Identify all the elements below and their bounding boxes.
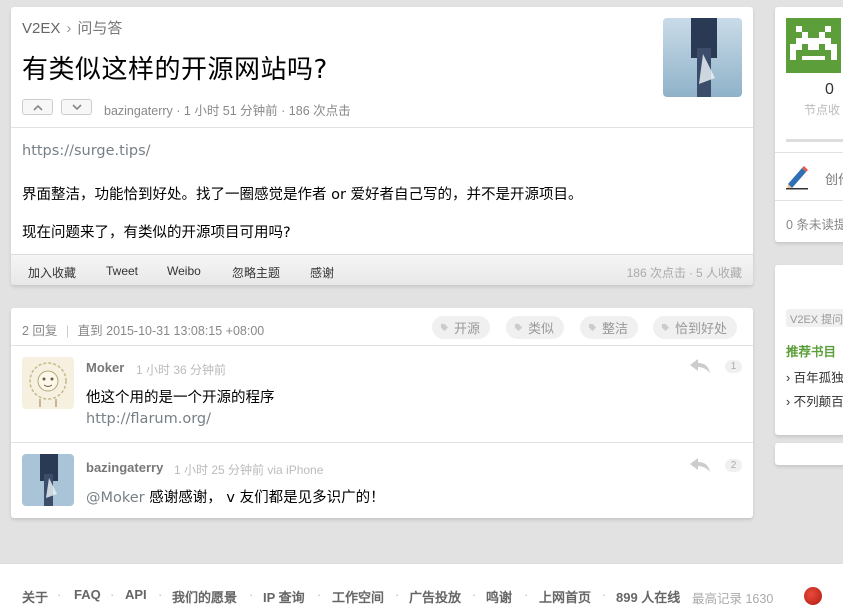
- tweet-link[interactable]: Tweet: [106, 264, 138, 278]
- tag-icon: [514, 323, 523, 332]
- footer-link-ip[interactable]: IP 查询: [263, 587, 305, 606]
- breadcrumb-node[interactable]: 问与答: [77, 20, 122, 37]
- unread-notifications[interactable]: 0 条未读提: [786, 214, 843, 233]
- recommend-title: 推荐书目: [786, 345, 837, 359]
- favorite-label: 节点收: [804, 103, 841, 117]
- topic-link[interactable]: https://surge.tips/: [22, 143, 151, 159]
- online-record: 最高记录 1630: [692, 592, 774, 606]
- reply-text: 感谢感谢， v 友们都是见多识广的！: [144, 490, 385, 506]
- reply-link[interactable]: http://flarum.org/: [86, 411, 211, 427]
- footer-separator: ·: [317, 587, 322, 602]
- last-reply-time: 直到 2015-10-31 13:08:15 +08:00: [77, 324, 265, 338]
- author-avatar[interactable]: [663, 18, 742, 97]
- tag-button[interactable]: 整洁: [580, 316, 639, 339]
- tag-label: 开源: [454, 321, 481, 336]
- tag-label: 类似: [528, 321, 555, 336]
- topic-meta: bazingaterry · 1 小时 51 分钟前 · 186 次点击: [104, 100, 351, 119]
- topic-paragraph: 界面整洁，功能恰到好处。找了一圈感觉是作者 or 爱好者自己写的，并不是开源项目…: [22, 187, 583, 203]
- breadcrumb-home[interactable]: V2EX: [22, 20, 60, 37]
- divider: [11, 127, 753, 128]
- footer-link-vision[interactable]: 我们的愿景: [172, 587, 237, 606]
- weibo-link[interactable]: Weibo: [167, 264, 201, 278]
- recommend-item[interactable]: › 不列颠百: [786, 391, 843, 410]
- tag-label: 整洁: [602, 321, 629, 336]
- space-invader-icon: [786, 18, 841, 73]
- region-flag-icon: [804, 587, 822, 605]
- reply-content: @Moker 感谢感谢， v 友们都是见多识广的！: [86, 486, 385, 507]
- topic-footer: 加入收藏 Tweet Weibo 忽略主题 感谢 186 次点击 ∙ 5 人收藏: [11, 254, 753, 285]
- favorite-count[interactable]: 0: [825, 81, 834, 99]
- footer-separator: ·: [110, 587, 115, 602]
- replies-box: 2 回复 | 直到 2015-10-31 13:08:15 +08:00 开源 …: [11, 308, 753, 518]
- chevron-up-icon: [32, 104, 43, 111]
- topic-title: 有类似这样的开源网站吗?: [22, 55, 328, 85]
- footer-separator: ·: [524, 587, 529, 602]
- footer-separator: ·: [602, 587, 607, 602]
- footer-link-thanks[interactable]: 鸣谢: [486, 587, 512, 606]
- tag-button[interactable]: 类似: [506, 316, 565, 339]
- reply-icon[interactable]: [689, 457, 711, 473]
- topic-paragraph: 现在问题来了，有类似的开源项目可用吗?: [22, 225, 291, 241]
- reply-username[interactable]: Moker: [86, 360, 124, 375]
- tag-icon: [661, 323, 670, 332]
- reply-item: Moker 1 小时 36 分钟前 1 他这个用的是一个开源的程序 http:/…: [11, 346, 753, 442]
- topic-meta-text: · 1 小时 51 分钟前 · 186 次点击: [172, 104, 351, 118]
- topic-box: V2EX › 问与答 有类似这样的开源网站吗? bazingaterry · 1 小…: [11, 7, 753, 285]
- sidebar-recommend-box: V2EX 提问指 推荐书目 › 百年孤独 › 不列颠百: [775, 265, 843, 435]
- thank-link[interactable]: 感谢: [310, 264, 334, 281]
- downvote-button[interactable]: [61, 99, 92, 115]
- chevron-down-icon: [71, 103, 82, 110]
- breadcrumb: V2EX › 问与答: [22, 17, 122, 38]
- ignore-topic-link[interactable]: 忽略主题: [232, 264, 280, 281]
- reply-time: 1 小时 36 分钟前: [136, 363, 227, 377]
- recommend-item[interactable]: › 百年孤独: [786, 367, 843, 386]
- breadcrumb-separator: ›: [66, 20, 72, 37]
- reply-time: 1 小时 25 分钟前 via iPhone: [174, 463, 324, 477]
- footer-separator: ·: [158, 587, 163, 602]
- reply-count: 2 回复: [22, 324, 58, 338]
- sidebar-user-box: 0 节点收 创作 0 条未读提: [775, 7, 843, 242]
- footer-link-faq[interactable]: FAQ: [74, 587, 101, 602]
- divider: [775, 200, 843, 201]
- favorite-link[interactable]: 加入收藏: [28, 264, 76, 281]
- footer-link-ads[interactable]: 广告投放: [409, 587, 461, 606]
- topic-stats: 186 次点击 ∙ 5 人收藏: [626, 266, 742, 280]
- tag-icon: [440, 323, 449, 332]
- tag-icon: [588, 323, 597, 332]
- upvote-button[interactable]: [22, 99, 53, 115]
- footer-link-home[interactable]: 上网首页: [539, 587, 591, 606]
- reply-username[interactable]: bazingaterry: [86, 460, 163, 475]
- reply-item: bazingaterry 1 小时 25 分钟前 via iPhone 2 @M…: [11, 443, 753, 518]
- footer-separator: ·: [57, 587, 62, 602]
- topic-author[interactable]: bazingaterry: [104, 104, 173, 118]
- progress-bar: [786, 139, 843, 142]
- tag-button[interactable]: 开源: [432, 316, 491, 339]
- sidebar-empty-box: [775, 443, 843, 465]
- footer-separator: ·: [249, 587, 254, 602]
- tag-label: 恰到好处: [675, 321, 728, 336]
- node-tag[interactable]: V2EX 提问指: [786, 309, 843, 327]
- summary-divider: |: [65, 324, 70, 338]
- reply-icon[interactable]: [689, 358, 711, 374]
- footer-separator: ·: [472, 587, 477, 602]
- reply-content: 他这个用的是一个开源的程序: [86, 390, 275, 406]
- create-topic-link[interactable]: 创作: [825, 169, 843, 188]
- footer-separator: ·: [395, 587, 400, 602]
- reply-avatar[interactable]: [22, 357, 74, 409]
- footer-link-about[interactable]: 关于: [22, 587, 48, 606]
- divider: [775, 152, 843, 153]
- online-count: 899 人在线: [616, 590, 681, 605]
- user-avatar[interactable]: [786, 18, 841, 73]
- floor-number: 1: [725, 360, 742, 373]
- pencil-icon: [786, 166, 808, 190]
- tag-button[interactable]: 恰到好处: [653, 316, 738, 339]
- mention-link[interactable]: @Moker: [86, 490, 145, 506]
- floor-number: 2: [725, 459, 742, 472]
- footer-link-api[interactable]: API: [125, 587, 147, 602]
- footer-link-workspace[interactable]: 工作空间: [332, 587, 384, 606]
- reply-summary: 2 回复 | 直到 2015-10-31 13:08:15 +08:00: [22, 320, 264, 339]
- reply-avatar[interactable]: [22, 454, 74, 506]
